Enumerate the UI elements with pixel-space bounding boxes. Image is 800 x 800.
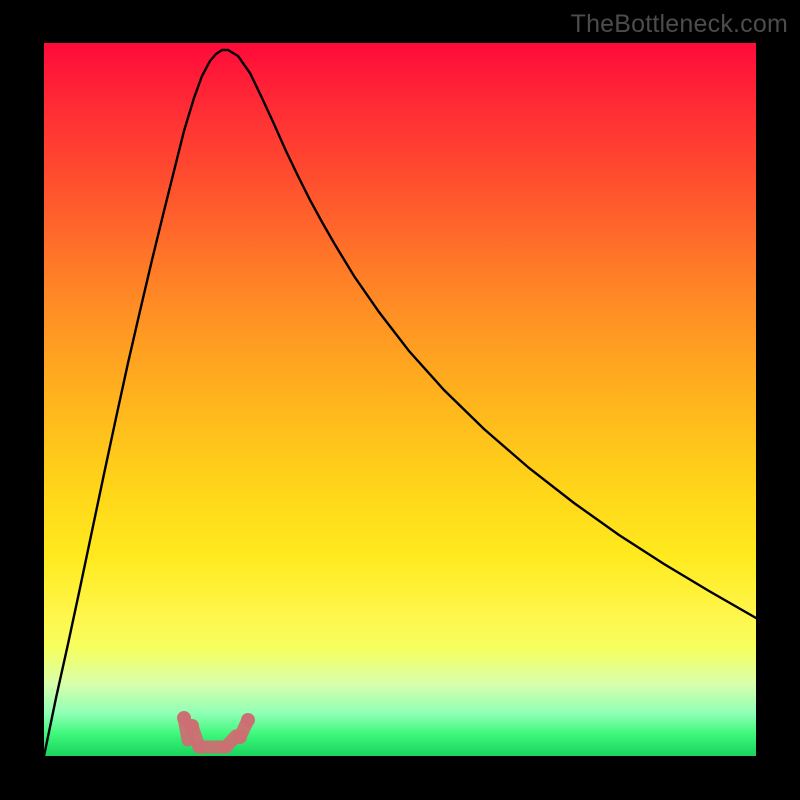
gradient-background: [44, 43, 756, 756]
watermark-text: TheBottleneck.com: [571, 10, 788, 39]
chart-frame: TheBottleneck.com: [0, 0, 800, 800]
plot-area: [44, 43, 756, 756]
